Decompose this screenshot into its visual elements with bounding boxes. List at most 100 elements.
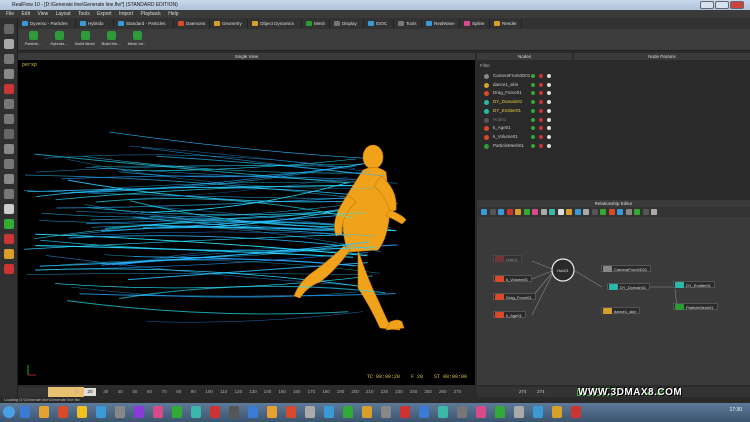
node-visibility-toggle[interactable] [539, 82, 543, 87]
tab-render[interactable]: Render [492, 19, 522, 28]
relationship-tool-icon[interactable] [642, 209, 649, 215]
relationship-tool-icon[interactable] [583, 209, 589, 215]
left-tool-icon[interactable] [4, 24, 14, 34]
node-visibility-toggle[interactable] [531, 91, 535, 96]
node-visibility-toggle[interactable] [539, 117, 543, 122]
left-tool-icon[interactable] [4, 249, 14, 259]
taskbar-app-icon[interactable] [77, 406, 87, 418]
relationship-tool-icon[interactable] [498, 209, 504, 215]
node-visibility-toggle[interactable] [539, 108, 543, 113]
node-visibility-toggle[interactable] [547, 91, 551, 96]
taskbar-app-icon[interactable] [381, 406, 391, 418]
relationship-tool-icon[interactable] [634, 209, 640, 215]
relationship-node[interactable]: k_Volume01 [493, 275, 533, 282]
node-visibility-toggle[interactable] [539, 91, 543, 96]
relationship-tool-icon[interactable] [481, 209, 487, 215]
node-visibility-toggle[interactable] [539, 143, 543, 148]
relationship-tool-icon[interactable] [600, 209, 606, 215]
menu-file[interactable]: File [6, 11, 14, 17]
taskbar-app-icon[interactable] [115, 406, 125, 418]
taskbar-app-icon[interactable] [229, 406, 239, 418]
taskbar-app-icon[interactable] [514, 406, 524, 418]
taskbar-app-icon[interactable] [39, 406, 49, 418]
node-visibility-toggle[interactable] [539, 100, 543, 105]
relationship-node-hub-ghost[interactable]: Hub01 [493, 255, 522, 262]
taskbar-app-icon[interactable] [362, 406, 372, 418]
left-tool-icon[interactable] [4, 219, 14, 229]
taskbar-app-icon[interactable] [58, 406, 68, 418]
node-visibility-toggle[interactable] [531, 134, 535, 139]
timeline[interactable]: 20 10 30 40 50 60 70 80 90 100 110 120 130 140 150 160… [18, 387, 475, 397]
taskbar-app-icon[interactable] [248, 406, 258, 418]
taskbar-app-icon[interactable] [267, 406, 277, 418]
menu-view[interactable]: View [37, 11, 48, 17]
node-visibility-toggle[interactable] [547, 134, 551, 139]
start-button[interactable] [3, 406, 15, 418]
left-tool-icon[interactable] [4, 39, 14, 49]
relationship-tool-icon[interactable] [608, 209, 615, 215]
relationship-node[interactable]: k_Age01 [493, 311, 526, 318]
taskbar-app-icon[interactable] [552, 406, 562, 418]
relationship-node[interactable]: Drag_Force01 [493, 293, 536, 300]
shelf-button-1[interactable]: Hybrido... [46, 30, 72, 50]
relationship-node[interactable]: dance1_skin [601, 307, 641, 314]
menu-layout[interactable]: Layout [56, 11, 71, 17]
relationship-editor[interactable]: Hub01 Hub01 k_Volume01 Drag_Force01 k_Age01… [477, 217, 750, 385]
tab-dyverso-particles[interactable]: Dyverso - Particles [20, 19, 76, 28]
taskbar-app-icon[interactable] [400, 406, 410, 418]
left-tool-icon[interactable] [4, 99, 14, 109]
left-tool-icon[interactable] [4, 54, 14, 64]
left-tool-icon[interactable] [4, 144, 14, 154]
taskbar-app-icon[interactable] [96, 406, 106, 418]
menu-edit[interactable]: Edit [21, 11, 30, 17]
tab-object-dynamics[interactable]: Object Dynamics [250, 19, 302, 28]
menu-import[interactable]: Import [119, 11, 133, 17]
taskbar-app-icon[interactable] [305, 406, 315, 418]
tab-idoc[interactable]: IDOC [366, 19, 394, 28]
shelf-button-2[interactable]: Build Mesh [72, 30, 98, 50]
relationship-tool-icon[interactable] [549, 209, 555, 215]
tab-geometry[interactable]: Geometry [212, 19, 248, 28]
node-visibility-toggle[interactable] [531, 100, 535, 105]
minimize-button[interactable] [700, 1, 714, 9]
relationship-node[interactable]: DY_Emitter01 [673, 281, 715, 288]
node-row[interactable]: ParticleMesh01 [479, 142, 570, 150]
taskbar-app-icon[interactable] [191, 406, 201, 418]
menu-export[interactable]: Export [97, 11, 111, 17]
taskbar-app-icon[interactable] [571, 406, 581, 418]
taskbar-app-icon[interactable] [324, 406, 334, 418]
left-tool-icon[interactable] [4, 174, 14, 184]
left-tool-icon[interactable] [4, 159, 14, 169]
node-visibility-toggle[interactable] [547, 74, 551, 78]
relationship-tool-icon[interactable] [557, 209, 564, 215]
relationship-tool-icon[interactable] [617, 209, 623, 215]
node-row[interactable]: Drag_Force01 [479, 89, 570, 97]
left-tool-icon[interactable] [4, 234, 14, 244]
node-row[interactable]: DY_Emitter01 [479, 107, 570, 115]
left-tool-icon[interactable] [4, 114, 14, 124]
taskbar-app-icon[interactable] [476, 406, 486, 418]
node-visibility-toggle[interactable] [531, 117, 535, 122]
tab-realwave[interactable]: RealWave [424, 19, 460, 28]
node-visibility-toggle[interactable] [531, 82, 535, 87]
node-visibility-toggle[interactable] [547, 143, 551, 148]
node-visibility-toggle[interactable] [539, 74, 543, 78]
taskbar-app-icon[interactable] [153, 406, 163, 418]
relationship-tool-icon[interactable] [515, 209, 521, 215]
relationship-tool-icon[interactable] [625, 209, 632, 215]
relationship-node[interactable]: ParticleMesh01 [673, 303, 718, 310]
left-tool-icon[interactable] [4, 84, 14, 94]
shelf-button-3[interactable]: Build Me... [98, 30, 124, 50]
node-row[interactable]: DY_Domain01 [479, 98, 570, 106]
close-button[interactable] [730, 1, 744, 9]
taskbar-app-icon[interactable] [457, 406, 467, 418]
left-tool-icon[interactable] [4, 204, 14, 214]
taskbar-app-icon[interactable] [343, 406, 353, 418]
menu-tools[interactable]: Tools [78, 11, 90, 17]
viewport[interactable]: persp TC 00:00:20 F 20 ST 00:00:00 [18, 60, 475, 385]
node-visibility-toggle[interactable] [547, 100, 551, 105]
tab-standard-particles[interactable]: Standard - Particles [116, 19, 174, 28]
taskbar-app-icon[interactable] [20, 406, 30, 418]
node-visibility-toggle[interactable] [539, 126, 543, 131]
relationship-tool-icon[interactable] [591, 209, 598, 215]
